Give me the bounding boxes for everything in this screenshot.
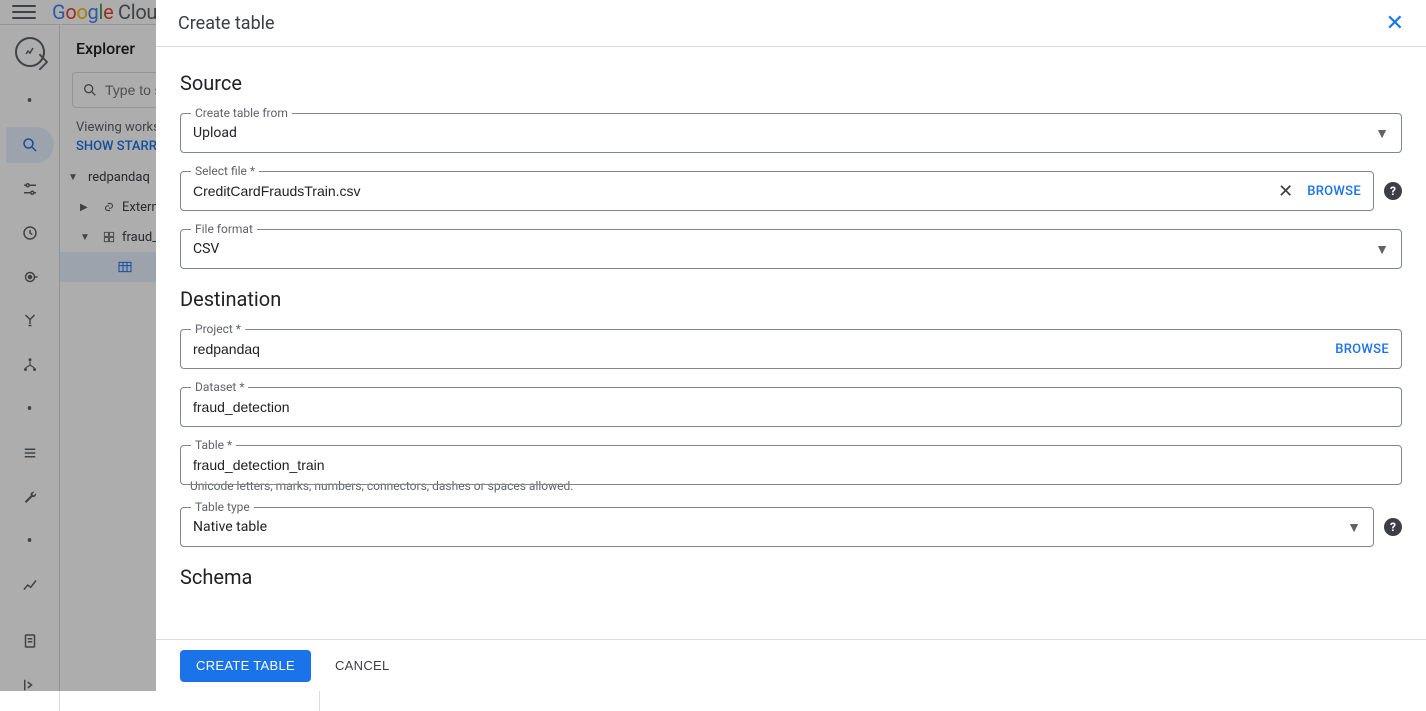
- project-label: Project *: [191, 322, 245, 336]
- browse-project-button[interactable]: BROWSE: [1335, 342, 1389, 357]
- dataset-label: Dataset *: [191, 380, 248, 394]
- create-table-drawer: Create table ✕ Source Create table from …: [156, 0, 1426, 691]
- source-heading: Source: [180, 71, 1402, 95]
- select-file-field[interactable]: Select file * ✕ BROWSE: [180, 171, 1374, 211]
- select-file-input[interactable]: [181, 174, 1278, 208]
- project-field[interactable]: Project * BROWSE: [180, 329, 1402, 369]
- browse-file-button[interactable]: BROWSE: [1307, 184, 1361, 199]
- file-format-value: CSV: [181, 232, 1375, 266]
- create-from-value: Upload: [181, 116, 1375, 150]
- table-type-label: Table type: [191, 500, 254, 514]
- file-format-label: File format: [191, 222, 257, 236]
- table-input[interactable]: [181, 448, 1401, 482]
- close-icon[interactable]: ✕: [1386, 11, 1404, 36]
- table-type-value: Native table: [181, 510, 1347, 544]
- drawer-title: Create table: [178, 13, 275, 34]
- dropdown-icon[interactable]: ▼: [1347, 519, 1373, 536]
- dataset-input[interactable]: [181, 390, 1401, 424]
- dropdown-icon[interactable]: ▼: [1375, 241, 1401, 258]
- create-from-field[interactable]: Create table from Upload ▼: [180, 113, 1402, 153]
- table-label: Table *: [191, 438, 236, 452]
- cancel-button[interactable]: CANCEL: [335, 658, 390, 673]
- schema-heading: Schema: [180, 565, 1402, 589]
- clear-icon[interactable]: ✕: [1278, 181, 1293, 202]
- help-icon[interactable]: ?: [1384, 182, 1402, 200]
- table-field[interactable]: Table *: [180, 445, 1402, 485]
- project-input[interactable]: [181, 332, 1335, 366]
- create-from-label: Create table from: [191, 106, 292, 120]
- create-table-button[interactable]: CREATE TABLE: [180, 650, 311, 682]
- table-type-field[interactable]: Table type Native table ▼: [180, 507, 1374, 547]
- help-icon[interactable]: ?: [1384, 518, 1402, 536]
- dataset-field[interactable]: Dataset *: [180, 387, 1402, 427]
- file-format-field[interactable]: File format CSV ▼: [180, 229, 1402, 269]
- destination-heading: Destination: [180, 287, 1402, 311]
- select-file-label: Select file *: [191, 164, 259, 178]
- dropdown-icon[interactable]: ▼: [1375, 125, 1401, 142]
